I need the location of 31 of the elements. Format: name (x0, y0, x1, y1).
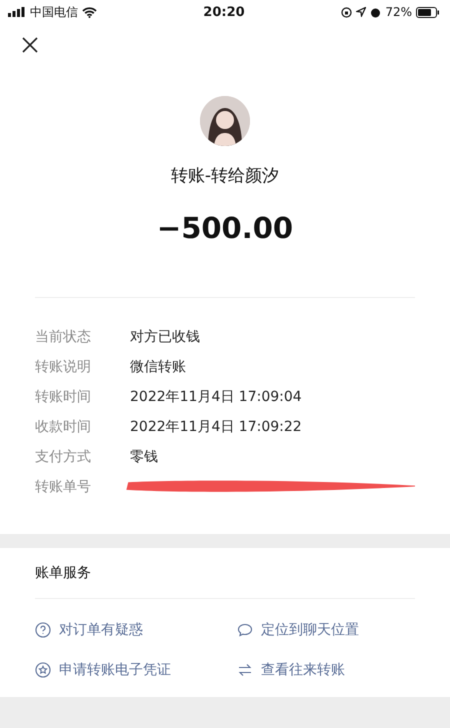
question-icon (35, 622, 51, 638)
carrier-name: 中国电信 (30, 4, 78, 20)
close-icon[interactable] (22, 37, 38, 53)
service-link[interactable]: 定位到聊天位置 (237, 621, 415, 639)
clock-time: 20:20 (203, 4, 245, 20)
detail-value: 零钱 (130, 448, 158, 466)
detail-label: 当前状态 (35, 328, 92, 346)
detail-label: 转账说明 (35, 358, 92, 376)
detail-label: 转账时间 (35, 388, 92, 406)
detail-label: 收款时间 (35, 418, 92, 436)
detail-value: 对方已收钱 (130, 328, 200, 346)
location-icon (356, 7, 366, 17)
detail-value: 2022年11月4日 17:09:22 (130, 418, 302, 436)
chat-icon (237, 622, 253, 638)
detail-value: 微信转账 (130, 358, 186, 376)
swap-icon (237, 662, 253, 678)
avatar (200, 96, 250, 146)
section-title: 账单服务 (35, 564, 91, 582)
transfer-amount: −500.00 (156, 211, 294, 245)
service-link[interactable]: 申请转账电子凭证 (35, 661, 237, 679)
signal-icon (8, 7, 26, 17)
service-link[interactable]: 查看往来转账 (237, 661, 415, 679)
detail-label: 支付方式 (35, 448, 92, 466)
battery-icon (416, 6, 440, 18)
rotation-lock-icon (341, 6, 352, 18)
detail-value: 2022年11月4日 17:09:04 (130, 388, 302, 406)
battery-percent: 72% (385, 5, 412, 19)
service-link[interactable]: 对订单有疑惑 (35, 621, 237, 639)
wifi-icon (82, 6, 97, 18)
detail-label: 转账单号 (35, 478, 92, 496)
transfer-title: 转账-转给颜汐 (170, 165, 280, 187)
